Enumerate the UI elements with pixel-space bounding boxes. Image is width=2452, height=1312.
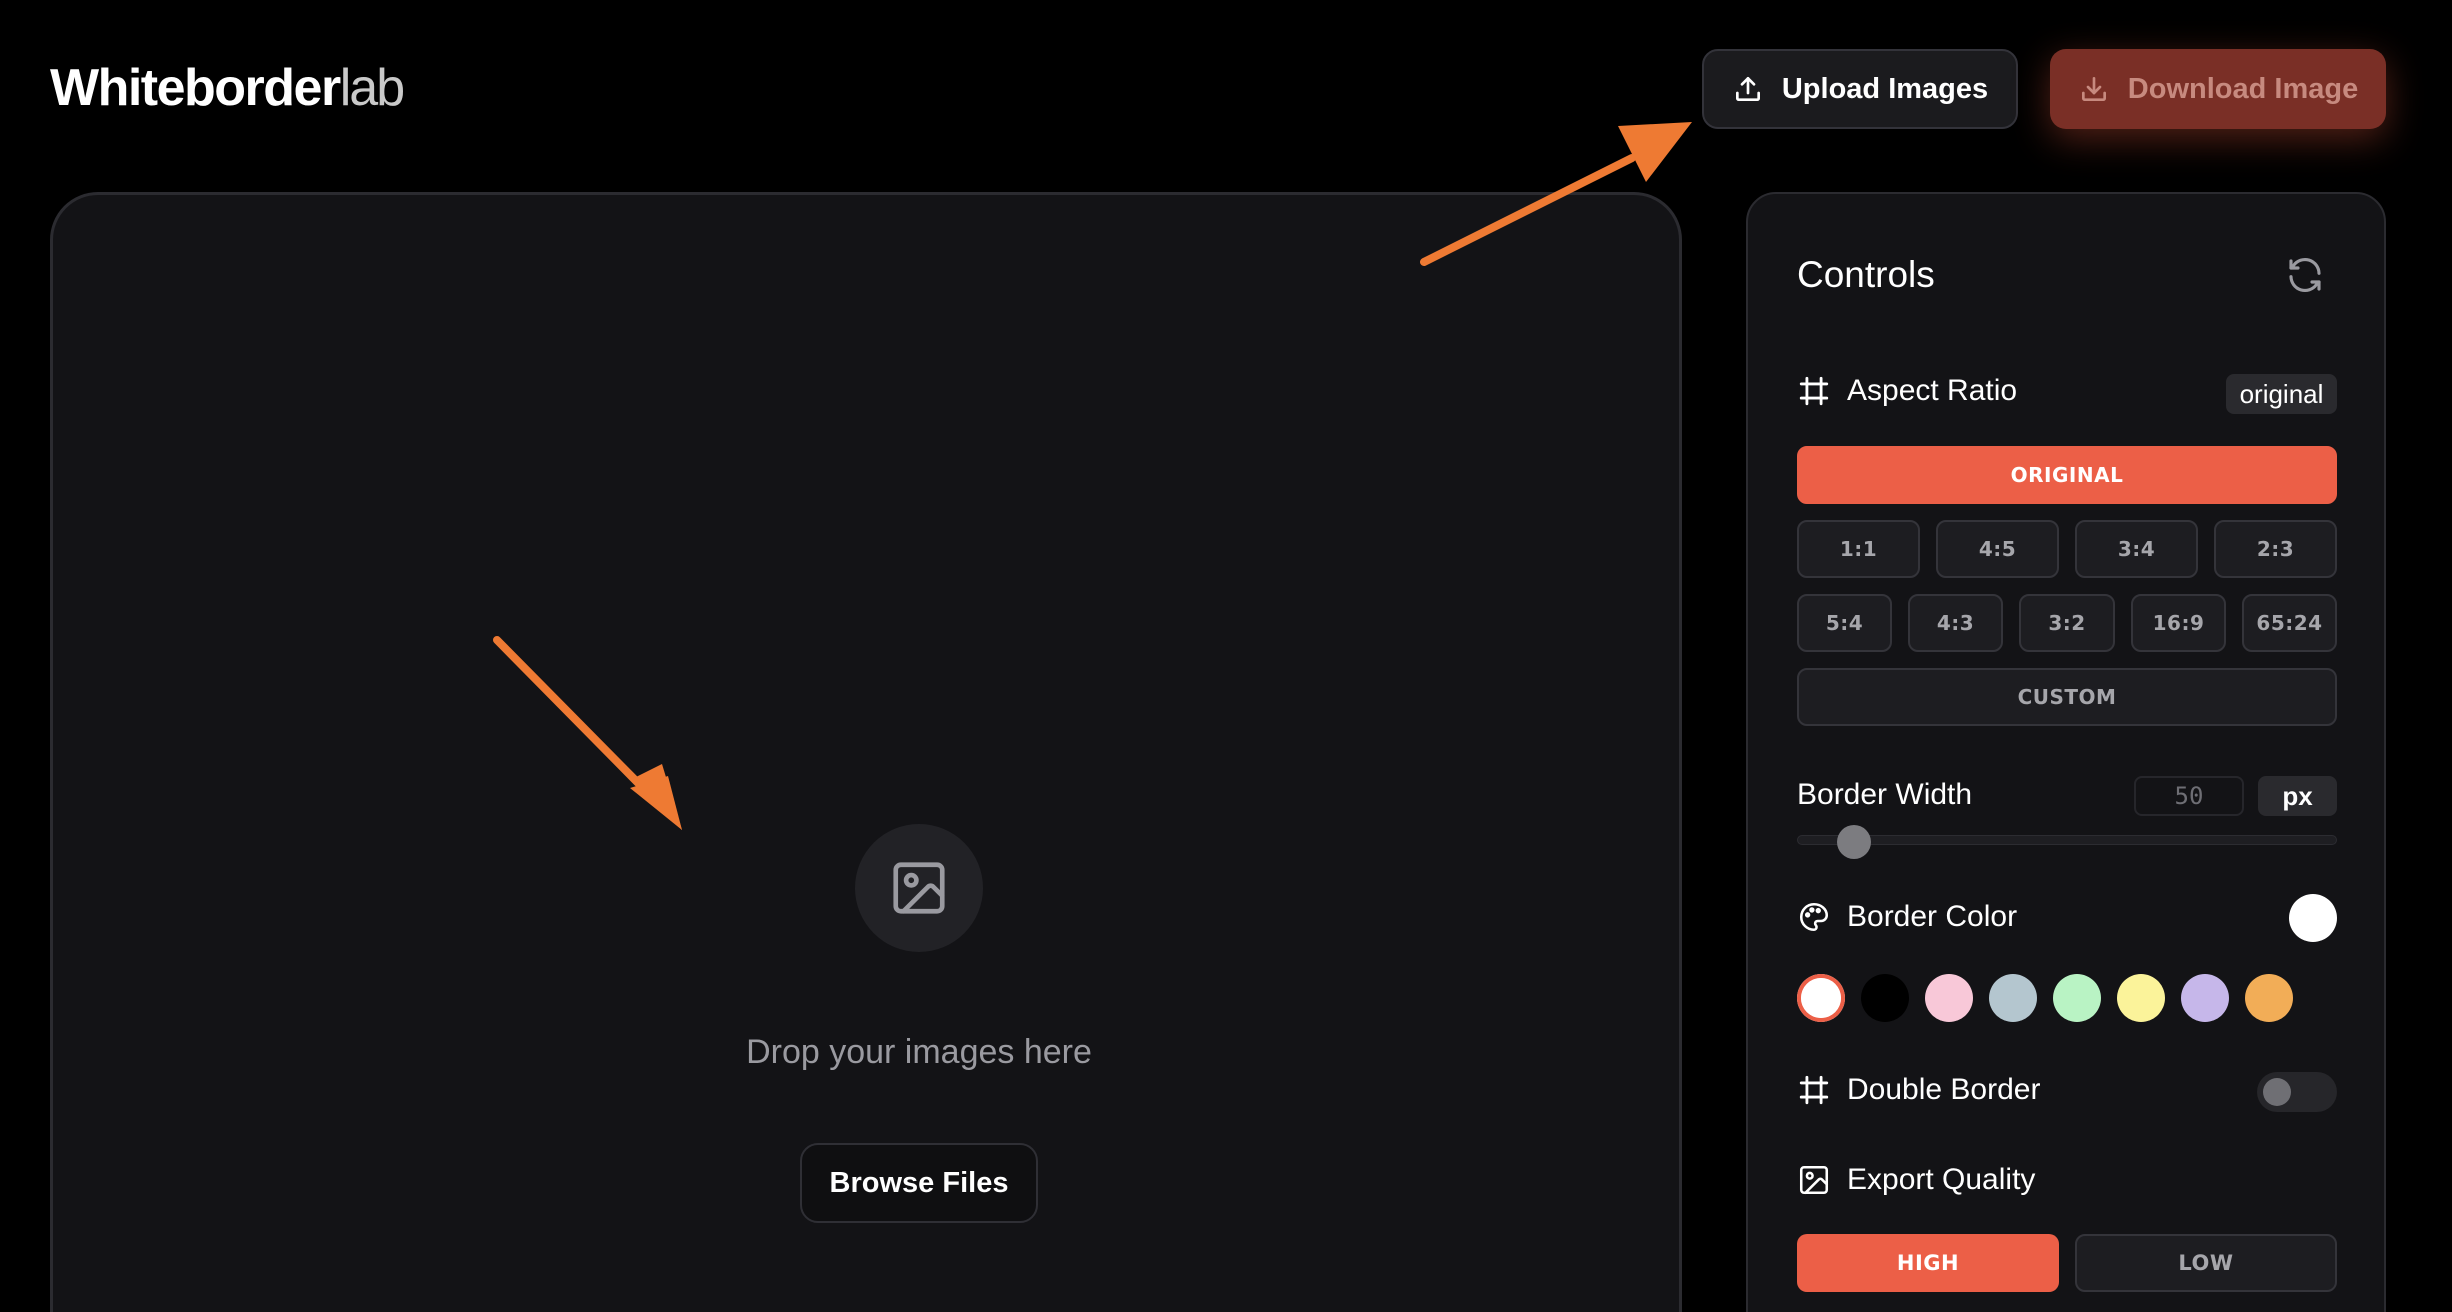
- ratio-option-original[interactable]: ORIGINAL: [1797, 446, 2337, 504]
- double-border-label: Double Border: [1847, 1073, 2041, 1106]
- ratio-option-5-4[interactable]: 5:4: [1797, 594, 1892, 652]
- border-width-input[interactable]: 50: [2134, 776, 2244, 816]
- ratio-option-1-1[interactable]: 1:1: [1797, 520, 1920, 578]
- ratio-option-4-3[interactable]: 4:3: [1908, 594, 2003, 652]
- ratio-option-16-9[interactable]: 16:9: [2131, 594, 2226, 652]
- controls-title: Controls: [1797, 254, 1935, 295]
- aspect-ratio-current-badge: original: [2226, 374, 2337, 414]
- color-swatch-yellow[interactable]: [2117, 974, 2165, 1022]
- image-icon: [893, 862, 945, 914]
- border-width-unit-badge: px: [2258, 776, 2337, 816]
- color-swatch-pink[interactable]: [1925, 974, 1973, 1022]
- app-logo: Whiteborderlab: [50, 58, 405, 118]
- color-swatch-mint[interactable]: [2053, 974, 2101, 1022]
- ratio-option-2-3[interactable]: 2:3: [2214, 520, 2337, 578]
- ratio-option-65-24[interactable]: 65:24: [2242, 594, 2337, 652]
- aspect-ratio-label: Aspect Ratio: [1847, 374, 2018, 407]
- upload-icon: [1735, 77, 1760, 101]
- download-image-label: Download Image: [2127, 72, 2359, 105]
- export-quality-heading: Export Quality: [1797, 1163, 2035, 1197]
- crop-hash-icon: [1799, 376, 1829, 406]
- border-width-label: Border Width: [1797, 778, 1973, 811]
- logo-bold-text: Whiteborder: [50, 59, 341, 117]
- app-root: Whiteborderlab Upload Images Download Im…: [0, 0, 2452, 1312]
- image-quality-icon: [1799, 1165, 1829, 1195]
- export-quality-label: Export Quality: [1847, 1163, 2036, 1196]
- dropzone-prompt: Drop your images here: [746, 1033, 1092, 1071]
- border-color-label: Border Color: [1847, 900, 2018, 933]
- download-image-button[interactable]: Download Image: [2050, 49, 2386, 129]
- ratio-option-3-2[interactable]: 3:2: [2019, 594, 2115, 652]
- controls-panel: Controls Aspect Ratio original ORIGINAL …: [1746, 192, 2386, 1312]
- border-width-slider-track[interactable]: [1797, 835, 2337, 845]
- color-swatch-gray-blue[interactable]: [1989, 974, 2037, 1022]
- double-border-toggle-knob: [2263, 1078, 2291, 1106]
- ratio-option-4-5[interactable]: 4:5: [1936, 520, 2059, 578]
- border-color-preview[interactable]: [2289, 894, 2337, 942]
- border-width-slider-thumb[interactable]: [1837, 825, 1872, 859]
- border-width-heading: Border Width: [1797, 778, 1972, 812]
- ratio-option-custom[interactable]: CUSTOM: [1797, 668, 2337, 726]
- upload-images-button[interactable]: Upload Images: [1702, 49, 2018, 129]
- aspect-ratio-heading: Aspect Ratio: [1797, 374, 2017, 408]
- reset-icon[interactable]: [2284, 254, 2326, 296]
- quality-option-low[interactable]: LOW: [2075, 1234, 2337, 1292]
- color-swatch-white[interactable]: [1797, 974, 1845, 1022]
- double-border-toggle[interactable]: [2257, 1072, 2337, 1112]
- quality-option-high[interactable]: HIGH: [1797, 1234, 2059, 1292]
- browse-files-button[interactable]: Browse Files: [800, 1143, 1038, 1223]
- dropzone-icon-wrap: [855, 824, 983, 952]
- palette-icon: [1799, 902, 1829, 932]
- double-border-heading: Double Border: [1797, 1073, 2040, 1107]
- color-swatch-lavender[interactable]: [2181, 974, 2229, 1022]
- hash-frame-icon: [1799, 1075, 1829, 1105]
- color-swatch-black[interactable]: [1861, 974, 1909, 1022]
- image-dropzone[interactable]: Drop your images here Browse Files: [50, 192, 1682, 1312]
- border-color-heading: Border Color: [1797, 900, 2017, 934]
- download-icon: [2081, 77, 2106, 101]
- logo-light-text: lab: [339, 59, 405, 117]
- ratio-option-3-4[interactable]: 3:4: [2075, 520, 2198, 578]
- upload-images-label: Upload Images: [1781, 72, 1989, 105]
- color-swatch-orange[interactable]: [2245, 974, 2293, 1022]
